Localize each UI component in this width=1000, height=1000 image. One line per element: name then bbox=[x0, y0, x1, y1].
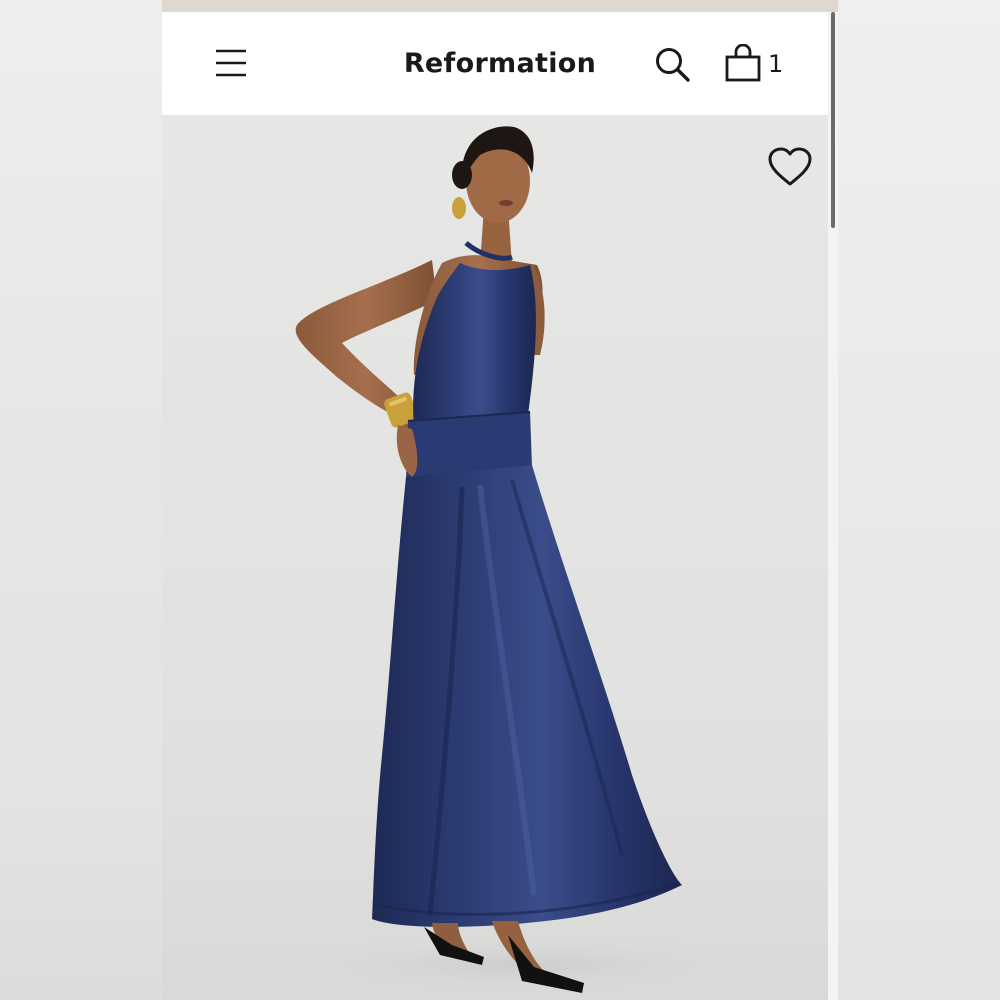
phone-screen: Reformation 1 bbox=[162, 0, 838, 1000]
scrollbar[interactable] bbox=[828, 12, 838, 1000]
shopping-bag-icon bbox=[725, 44, 761, 82]
heart-outline-icon bbox=[768, 147, 812, 186]
search-icon bbox=[656, 48, 690, 82]
shopping-bag-button[interactable]: 1 bbox=[724, 44, 784, 84]
bag-count-badge: 1 bbox=[768, 50, 784, 78]
product-photo[interactable] bbox=[162, 115, 828, 1000]
blurred-margin-left bbox=[0, 0, 162, 1000]
favorite-button[interactable] bbox=[766, 145, 814, 189]
search-button[interactable] bbox=[654, 46, 692, 84]
scrollbar-thumb[interactable] bbox=[831, 12, 835, 228]
status-strip bbox=[162, 0, 838, 12]
brand-logo[interactable]: Reformation bbox=[380, 42, 620, 86]
model-in-navy-dress-image bbox=[282, 126, 762, 995]
blurred-margin-right bbox=[838, 0, 1000, 1000]
menu-button[interactable] bbox=[214, 46, 248, 80]
hamburger-menu-icon bbox=[216, 49, 246, 77]
site-header: Reformation 1 bbox=[162, 12, 828, 115]
